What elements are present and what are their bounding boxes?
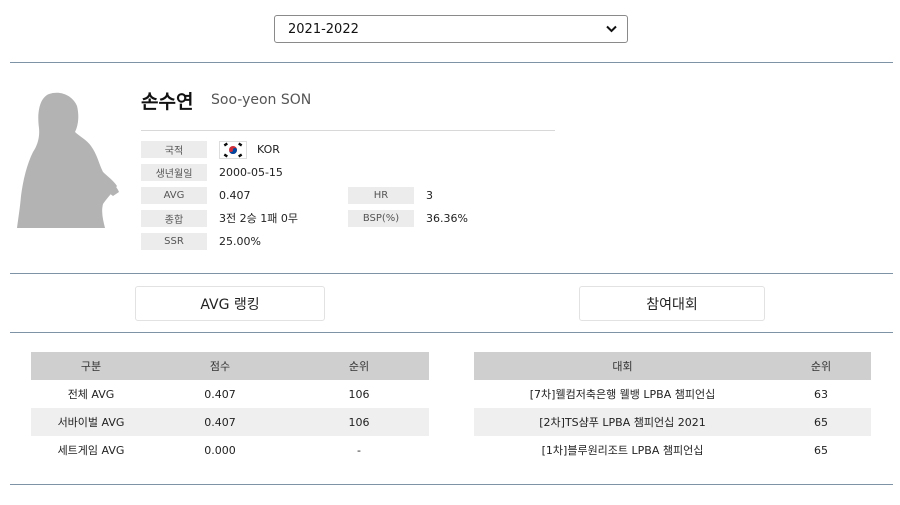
nationality-label: 국적 bbox=[141, 141, 207, 158]
name-divider bbox=[141, 130, 555, 131]
korea-flag-icon bbox=[219, 140, 247, 159]
birthdate-label: 생년월일 bbox=[141, 164, 207, 181]
table-header-row: 대회 순위 bbox=[474, 352, 871, 380]
table-row: [2차]TS샴푸 LPBA 챔피언십 2021 65 bbox=[474, 408, 871, 436]
avg-ranking-tab[interactable]: AVG 랭킹 bbox=[135, 286, 325, 321]
divider bbox=[10, 62, 893, 63]
tournament-rank: 65 bbox=[771, 408, 871, 436]
table-row: 서바이벌 AVG 0.407 106 bbox=[31, 408, 429, 436]
avg-score: 0.407 bbox=[151, 408, 289, 436]
column-header: 점수 bbox=[151, 352, 289, 380]
nationality-text: KOR bbox=[257, 143, 280, 156]
table-header-row: 구분 점수 순위 bbox=[31, 352, 429, 380]
column-header: 대회 bbox=[474, 352, 771, 380]
avg-category: 서바이벌 AVG bbox=[31, 408, 151, 436]
ssr-label: SSR bbox=[141, 233, 207, 250]
column-header: 구분 bbox=[31, 352, 151, 380]
tournament-rank: 65 bbox=[814, 443, 828, 457]
avg-rank: 106 bbox=[348, 387, 370, 401]
season-select-value: 2021-2022 bbox=[288, 21, 359, 37]
tournaments-tab[interactable]: 참여대회 bbox=[579, 286, 765, 321]
divider bbox=[10, 484, 893, 485]
avg-rank: 106 bbox=[289, 408, 429, 436]
tournament-name[interactable]: [1차]블루원리조트 LPBA 챔피언십 bbox=[474, 436, 771, 464]
birthdate-value: 2000-05-15 bbox=[219, 166, 283, 179]
bsp-label: BSP(%) bbox=[348, 210, 414, 227]
table-row: 전체 AVG 0.407 106 bbox=[31, 380, 429, 408]
avg-label: AVG bbox=[141, 187, 207, 204]
record-value: 3전 2승 1패 0무 bbox=[219, 212, 298, 225]
ssr-value: 25.00% bbox=[219, 235, 261, 248]
hr-label: HR bbox=[348, 187, 414, 204]
avg-category: 전체 AVG bbox=[67, 388, 115, 401]
record-label: 종합 bbox=[141, 210, 207, 227]
avg-score: 0.000 bbox=[204, 443, 236, 457]
avg-ranking-table: 구분 점수 순위 전체 AVG 0.407 106 서바이벌 AVG 0.407… bbox=[31, 352, 429, 464]
table-row: [1차]블루원리조트 LPBA 챔피언십 65 bbox=[474, 436, 871, 464]
player-name-korean: 손수연 bbox=[141, 91, 194, 113]
bsp-value: 36.36% bbox=[426, 212, 468, 225]
avg-value: 0.407 bbox=[219, 189, 251, 202]
column-header: 순위 bbox=[771, 352, 871, 380]
table-row: 세트게임 AVG 0.000 - bbox=[31, 436, 429, 464]
nationality-value: KOR bbox=[219, 140, 280, 159]
tournaments-table: 대회 순위 [7차]웰컴저축은행 웰뱅 LPBA 챔피언십 63 [2차]TS샴… bbox=[474, 352, 871, 464]
tournament-name[interactable]: [7차]웰컴저축은행 웰뱅 LPBA 챔피언십 bbox=[474, 380, 771, 408]
table-row: [7차]웰컴저축은행 웰뱅 LPBA 챔피언십 63 bbox=[474, 380, 871, 408]
tournament-rank: 63 bbox=[814, 387, 828, 401]
chevron-down-icon bbox=[605, 23, 617, 35]
divider bbox=[10, 332, 893, 333]
avg-score: 0.407 bbox=[204, 387, 236, 401]
player-name-english: Soo-yeon SON bbox=[211, 92, 312, 108]
hr-value: 3 bbox=[426, 189, 433, 202]
avg-rank: - bbox=[357, 443, 361, 457]
divider bbox=[10, 273, 893, 274]
column-header: 순위 bbox=[289, 352, 429, 380]
season-select[interactable]: 2021-2022 bbox=[274, 15, 628, 43]
tournament-name[interactable]: [2차]TS샴푸 LPBA 챔피언십 2021 bbox=[474, 408, 771, 436]
avg-category: 세트게임 AVG bbox=[57, 444, 125, 457]
player-silhouette-image bbox=[17, 92, 119, 228]
